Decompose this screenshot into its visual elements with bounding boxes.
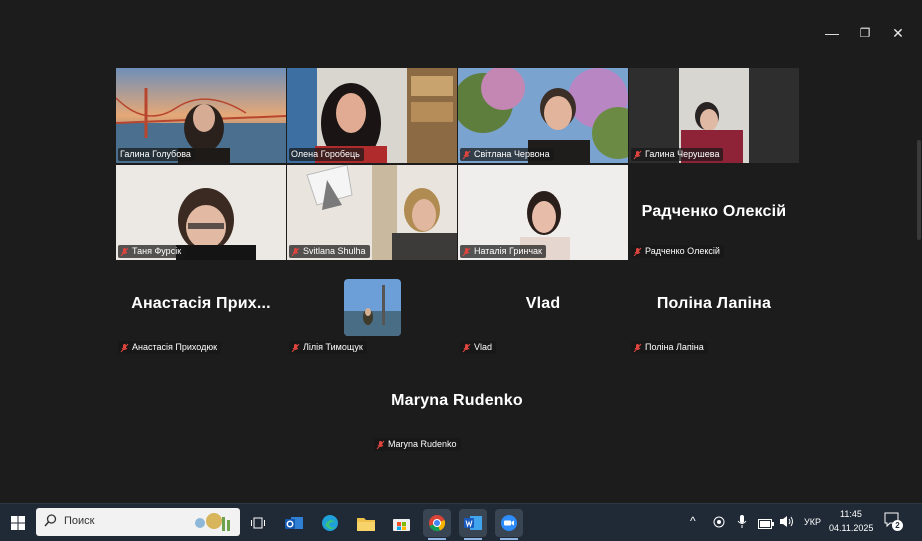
word-running-indicator xyxy=(464,538,482,540)
participant-display-name: Поліна Лапіна xyxy=(656,295,772,312)
zoom-icon[interactable] xyxy=(495,509,523,537)
muted-mic-icon xyxy=(291,247,300,257)
language-indicator[interactable]: УКР xyxy=(804,517,821,527)
participant-name: Лілія Тимощук xyxy=(303,342,363,352)
participant-nametag: Олена Горобець xyxy=(289,148,364,161)
participant-tile-halyna-cherusheva[interactable]: Галина Черушева xyxy=(629,68,799,163)
participant-tile-anastasiia-prykhodiuk[interactable]: Анастасія Прих... Анастасія Приходюк xyxy=(116,261,286,356)
participant-nametag: Svitlana Shulha xyxy=(289,245,370,258)
windows-start-icon[interactable] xyxy=(4,509,32,537)
participant-nametag: Анастасія Приходюк xyxy=(118,341,222,354)
muted-mic-icon xyxy=(120,343,129,353)
microphone-icon[interactable] xyxy=(737,514,747,534)
participant-display-name: Анастасія Прих... xyxy=(131,295,271,312)
participant-avatar xyxy=(344,279,401,336)
participant-name: Поліна Лапіна xyxy=(645,342,704,352)
participant-name: Галина Черушева xyxy=(645,149,720,159)
participant-name: Радченко Олексій xyxy=(645,246,720,256)
scroll-handle[interactable] xyxy=(917,140,921,240)
muted-mic-icon xyxy=(291,343,300,353)
muted-mic-icon xyxy=(633,150,642,160)
battery-icon[interactable] xyxy=(758,516,774,534)
participant-name: Таня Фурсік xyxy=(132,246,182,256)
participant-tile-olena-horobets[interactable]: Олена Горобець xyxy=(287,68,457,163)
participant-tile-tania-fursik[interactable]: Таня Фурсік xyxy=(116,165,286,260)
edge-icon[interactable] xyxy=(316,509,344,537)
participant-nametag: Наталія Гринчак xyxy=(460,245,546,258)
participant-tile-svitlana-chervona[interactable]: Світлана Червона xyxy=(458,68,628,163)
participant-display-name: Maryna Rudenko xyxy=(391,392,523,409)
participant-name: Олена Горобець xyxy=(291,149,360,159)
zoom-meeting-window: — ❐ ✕ Галина Голубова Олена Горобець Сві… xyxy=(0,0,922,503)
clock-time[interactable]: 11:45 xyxy=(840,509,862,519)
participant-name: Maryna Rudenko xyxy=(388,439,457,449)
search-icon xyxy=(44,514,57,532)
participant-nametag: Світлана Червона xyxy=(460,148,554,161)
participant-name: Анастасія Приходюк xyxy=(132,342,218,352)
participant-display-name: Vlad xyxy=(525,295,561,312)
taskbar-search-box[interactable]: Поиск xyxy=(36,508,240,536)
minimize-button[interactable]: — xyxy=(817,22,847,44)
participant-tile-maryna-rudenko[interactable]: Maryna Rudenko Maryna Rudenko xyxy=(372,358,542,453)
microsoft-store-icon[interactable] xyxy=(387,509,415,537)
task-view-icon[interactable] xyxy=(244,509,272,537)
participant-nametag: Галина Голубова xyxy=(118,148,195,161)
participant-tile-vlad[interactable]: Vlad Vlad xyxy=(458,261,628,356)
search-highlight-icon xyxy=(190,511,234,538)
participant-name: Svitlana Shulha xyxy=(303,246,366,256)
zoom-running-indicator xyxy=(500,538,518,540)
volume-icon[interactable] xyxy=(780,515,795,533)
meet-now-icon[interactable] xyxy=(712,515,726,534)
participant-nametag: Галина Черушева xyxy=(631,148,724,161)
muted-mic-icon xyxy=(120,247,129,257)
muted-mic-icon xyxy=(376,440,385,450)
participant-tile-halyna-holubova[interactable]: Галина Голубова xyxy=(116,68,286,163)
participant-tile-svitlana-shulha[interactable]: Svitlana Shulha xyxy=(287,165,457,260)
muted-mic-icon xyxy=(462,343,471,353)
tray-chevron-icon[interactable]: ^ xyxy=(690,514,696,528)
participant-nametag: Vlad xyxy=(460,341,497,354)
chrome-icon[interactable] xyxy=(423,509,451,537)
muted-mic-icon xyxy=(462,150,471,160)
participant-tile-liliia-tymoshchuk[interactable]: Лілія Тимощук xyxy=(287,261,457,356)
muted-mic-icon xyxy=(633,247,642,257)
participant-name: Vlad xyxy=(474,342,493,352)
muted-mic-icon xyxy=(633,343,642,353)
word-icon[interactable] xyxy=(459,509,487,537)
participant-name: Галина Голубова xyxy=(120,149,191,159)
participant-nametag: Лілія Тимощук xyxy=(289,341,367,354)
chrome-running-indicator xyxy=(428,538,446,540)
participant-name: Світлана Червона xyxy=(474,149,550,159)
notification-center-icon[interactable]: 2 xyxy=(884,512,903,533)
windows-taskbar: Поиск ^ УКР 11:45 04.11.2025 2 xyxy=(0,503,922,541)
participant-tile-nataliia-hrynchak[interactable]: Наталія Гринчак xyxy=(458,165,628,260)
participant-nametag: Maryna Rudenko xyxy=(374,438,461,451)
participant-nametag: Поліна Лапіна xyxy=(631,341,708,354)
participant-tile-polina-lapina[interactable]: Поліна Лапіна Поліна Лапіна xyxy=(629,261,799,356)
muted-mic-icon xyxy=(462,247,471,257)
close-button[interactable]: ✕ xyxy=(883,22,913,44)
restore-button[interactable]: ❐ xyxy=(850,22,880,44)
participant-nametag: Таня Фурсік xyxy=(118,245,186,258)
outlook-icon[interactable] xyxy=(280,509,308,537)
notification-count-badge: 2 xyxy=(892,520,903,531)
participant-nametag: Радченко Олексій xyxy=(631,245,724,258)
participant-name: Наталія Гринчак xyxy=(474,246,542,256)
search-placeholder: Поиск xyxy=(64,515,95,527)
clock-date[interactable]: 04.11.2025 xyxy=(829,523,873,533)
participant-tile-radchenko-oleksii[interactable]: Радченко Олексій Радченко Олексій xyxy=(629,165,799,260)
participant-display-name: Радченко Олексій xyxy=(641,203,787,220)
file-explorer-icon[interactable] xyxy=(352,509,380,537)
